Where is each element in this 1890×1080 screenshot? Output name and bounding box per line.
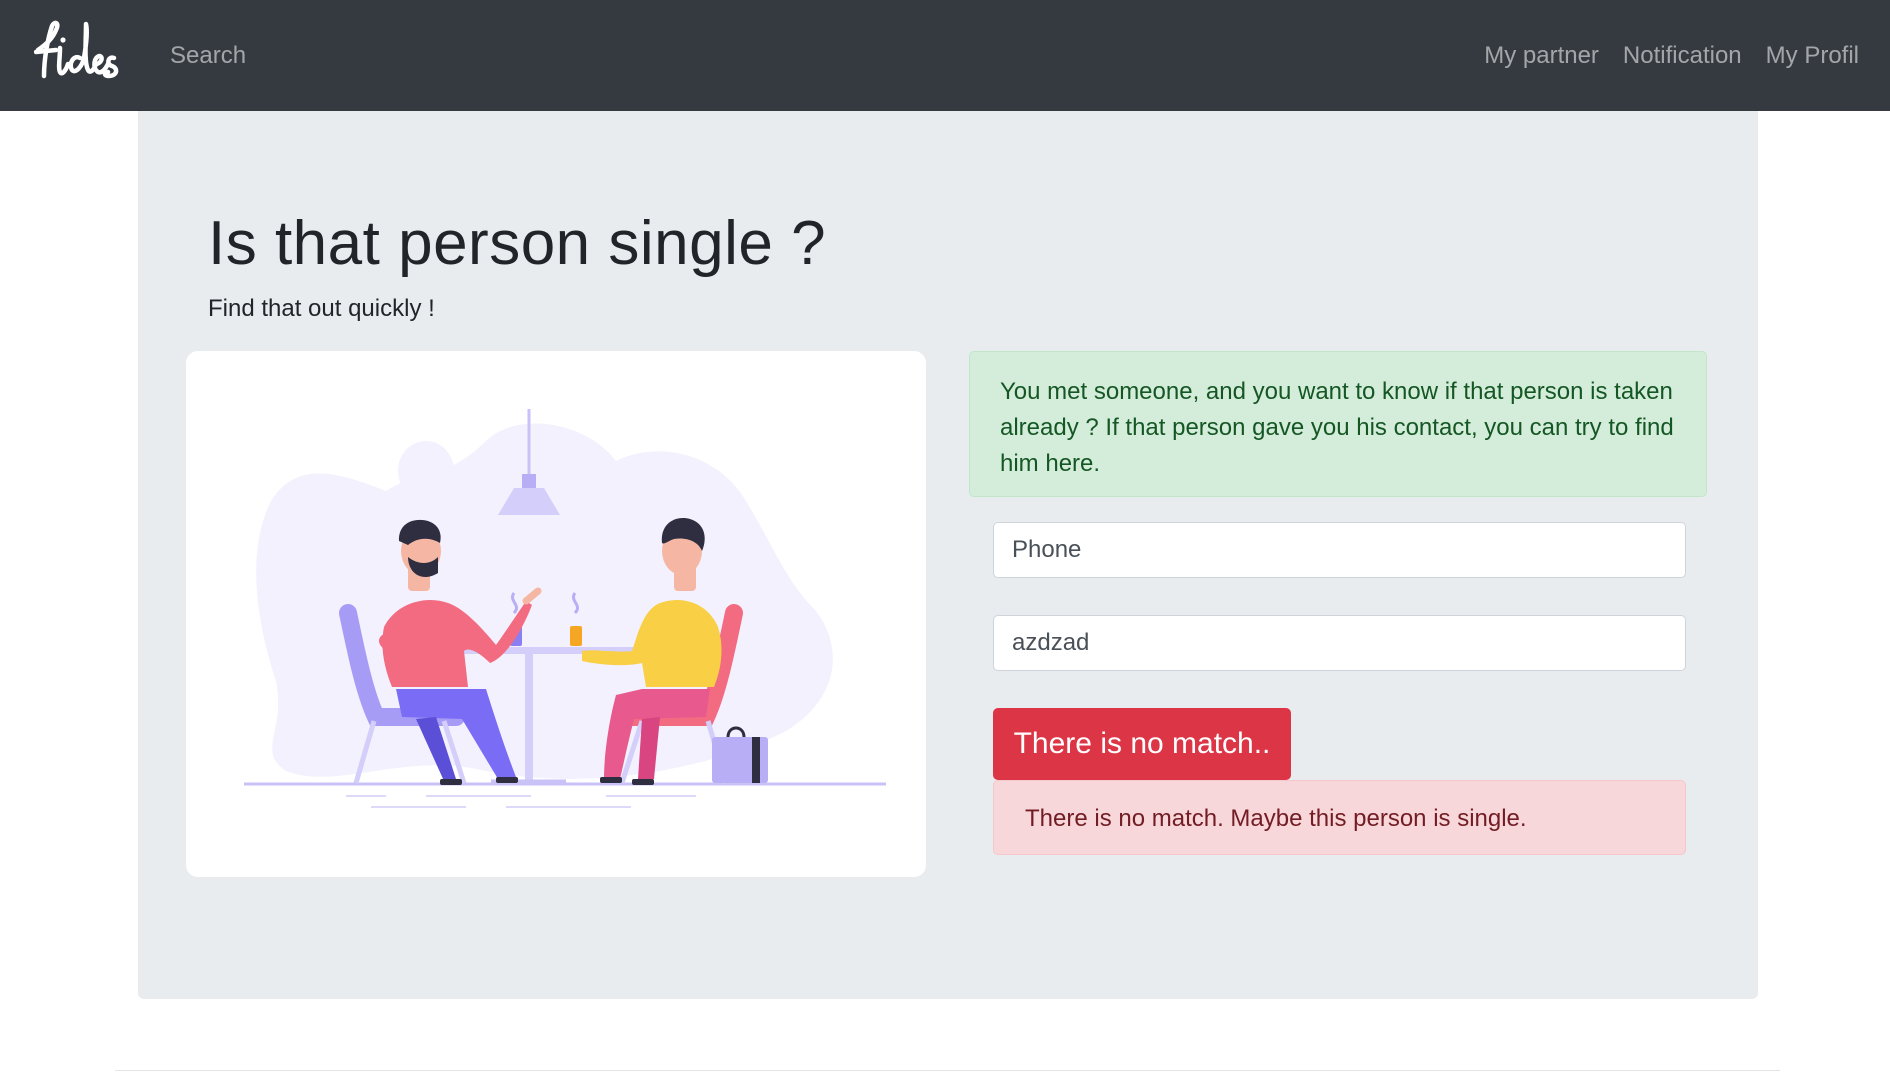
phone-input[interactable]: [993, 522, 1686, 578]
nav-link-my-profil[interactable]: My Profil: [1766, 42, 1859, 70]
footer-divider: [115, 1070, 1780, 1071]
nav-link-notification[interactable]: Notification: [1623, 42, 1742, 70]
result-alert: There is no match. Maybe this person is …: [993, 780, 1686, 855]
nav-search-link[interactable]: Search: [170, 42, 246, 70]
fides-logo[interactable]: [34, 18, 124, 82]
top-navbar: Search My partner Notification My Profil: [0, 0, 1890, 111]
match-result-button[interactable]: There is no match..: [993, 708, 1291, 780]
name-input[interactable]: [993, 615, 1686, 671]
search-form: There is no match.. There is no match. M…: [138, 111, 1758, 999]
nav-link-my-partner[interactable]: My partner: [1484, 42, 1599, 70]
nav-links: My partner Notification My Profil: [1484, 42, 1859, 70]
